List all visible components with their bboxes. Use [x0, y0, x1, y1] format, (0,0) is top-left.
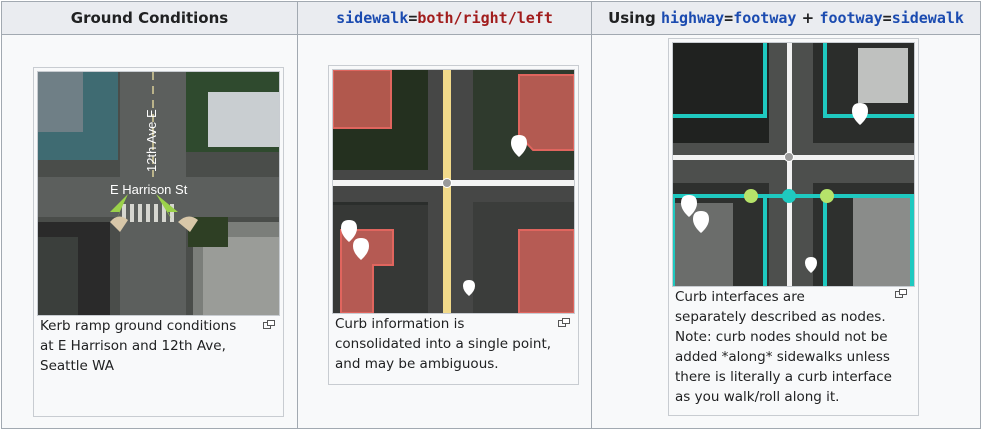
tag-value-sidewalk[interactable]: sidewalk [892, 9, 964, 27]
caption-line: Note: curb nodes should not be [675, 329, 888, 345]
tag-value-both-right-left[interactable]: both/right/left [417, 9, 552, 27]
caption-line: Seattle WA [40, 358, 114, 374]
caption-line: Kerb ramp ground conditions [40, 318, 237, 334]
caption-line: consolidated into a single point, [335, 336, 552, 352]
caption-line: Curb information is [335, 316, 465, 332]
figure-footway-tag: Curb interfaces are separately described… [668, 38, 919, 416]
tag-key-footway[interactable]: footway [819, 9, 882, 27]
map-sidewalk-tagging[interactable] [332, 69, 575, 314]
cell-ground-conditions: 12th Ave E E Harrison St Kerb ramp groun… [1, 34, 298, 429]
caption-line: and may be ambiguous. [335, 356, 499, 372]
caption-line: at E Harrison and 12th Ave, [40, 338, 226, 354]
caption-footway-tag: Curb interfaces are separately described… [675, 287, 915, 407]
caption-line: separately described as nodes. [675, 309, 886, 325]
figure-ground-conditions: 12th Ave E E Harrison St Kerb ramp groun… [33, 67, 284, 417]
tag-key-highway[interactable]: highway [661, 9, 724, 27]
caption-line: added *along* sidewalks unless [675, 349, 890, 365]
content-row: 12th Ave E E Harrison St Kerb ramp groun… [1, 34, 981, 429]
tag-equals: = [882, 9, 892, 27]
enlarge-icon[interactable] [263, 320, 275, 329]
cell-footway-tag: Curb interfaces are separately described… [591, 34, 981, 429]
figure-sidewalk-tag: Curb information is consolidated into a … [328, 65, 579, 385]
header-ground-conditions: Ground Conditions [1, 1, 298, 35]
caption-line: Curb interfaces are [675, 289, 805, 305]
plus-text: + [796, 9, 820, 27]
caption-line: as you walk/roll along it. [675, 389, 840, 405]
caption-line: there is literally a curb interface [675, 369, 892, 385]
map-footway-sidewalk[interactable] [672, 42, 915, 287]
header-row: Ground Conditions sidewalk=both/right/le… [1, 1, 981, 35]
header-footway-tag: Using highway=footway + footway=sidewalk [591, 1, 981, 35]
caption-ground-conditions: Kerb ramp ground conditions at E Harriso… [40, 316, 260, 376]
header-using-text: Using [608, 9, 661, 27]
tag-value-footway[interactable]: footway [733, 9, 796, 27]
street-label-12th-ave: 12th Ave E [144, 109, 159, 172]
caption-sidewalk-tag: Curb information is consolidated into a … [335, 314, 567, 374]
aerial-photo-intersection[interactable]: 12th Ave E E Harrison St [37, 71, 280, 316]
header-sidewalk-tag: sidewalk=both/right/left [297, 1, 592, 35]
comparison-table: Ground Conditions sidewalk=both/right/le… [1, 1, 981, 429]
cell-sidewalk-tag: Curb information is consolidated into a … [297, 34, 592, 429]
street-label-harrison: E Harrison St [110, 182, 188, 197]
tag-equals: = [724, 9, 734, 27]
tag-key-sidewalk[interactable]: sidewalk [336, 9, 408, 27]
